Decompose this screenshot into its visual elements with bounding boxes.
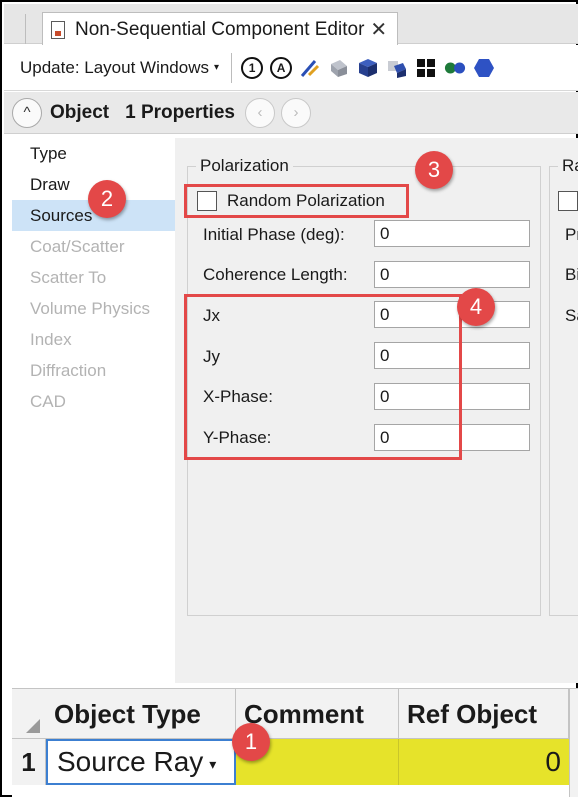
tab-title: Non-Sequential Component Editor bbox=[75, 18, 365, 40]
row-number[interactable]: 1 bbox=[12, 739, 46, 785]
chevron-down-icon: ▾ bbox=[214, 62, 220, 73]
table-row[interactable]: 1 Source Ray ▾ 0 bbox=[12, 739, 578, 785]
ray-group-legend: Ra bbox=[558, 156, 578, 176]
category-diffraction: Diffraction bbox=[30, 361, 107, 380]
category-index: Index bbox=[30, 330, 72, 349]
update-dropdown[interactable]: Update: Layout Windows ▾ bbox=[20, 58, 219, 78]
previous-tab-stub[interactable] bbox=[4, 14, 26, 44]
dots-icon[interactable] bbox=[444, 57, 466, 79]
category-cad: CAD bbox=[30, 392, 66, 411]
object-icon[interactable] bbox=[386, 57, 408, 79]
previous-object-button[interactable]: ‹ bbox=[244, 97, 275, 128]
cube-icon[interactable] bbox=[357, 57, 379, 79]
callout-badge-1: 1 bbox=[232, 723, 270, 761]
jones-vector-highlight bbox=[184, 294, 462, 460]
auto-update-icon[interactable]: A bbox=[270, 56, 293, 79]
grid-icon[interactable] bbox=[415, 57, 437, 79]
ray-group-checkbox[interactable] bbox=[558, 191, 578, 211]
close-icon[interactable]: ✕ bbox=[370, 17, 387, 42]
editor-window: Non-Sequential Component Editor ✕ Update… bbox=[0, 0, 578, 797]
table-scroll-edge bbox=[569, 689, 578, 797]
tab-strip: Non-Sequential Component Editor ✕ bbox=[4, 4, 578, 46]
callout-badge-2: 2 bbox=[88, 180, 126, 218]
category-scatter-to: Scatter To bbox=[30, 268, 107, 287]
initial-phase-label: Initial Phase (deg): bbox=[203, 225, 345, 244]
object-navigation-bar: ^ Object 1 Properties ‹ › bbox=[4, 92, 578, 134]
ray-group-label-bi: Bi bbox=[565, 265, 578, 284]
shaded-model-icon[interactable] bbox=[328, 57, 350, 79]
properties-label: 1 Properties bbox=[125, 101, 235, 123]
callout-badge-4: 4 bbox=[457, 288, 495, 326]
polarization-legend: Polarization bbox=[196, 156, 293, 176]
table-header: Object Type Comment Ref Object bbox=[12, 689, 578, 739]
hexagon-icon[interactable] bbox=[473, 57, 495, 79]
initial-phase-input[interactable]: 0 bbox=[374, 220, 530, 247]
property-category-list: Type Draw Sources Coat/Scatter Scatter T… bbox=[12, 138, 175, 683]
component-table: Object Type Comment Ref Object 1 Source … bbox=[12, 688, 578, 797]
ray-group-label-sa: Sa bbox=[565, 306, 578, 325]
category-type[interactable]: Type bbox=[12, 138, 175, 169]
header-ref-object[interactable]: Ref Object bbox=[399, 689, 569, 739]
chevron-down-icon: ▾ bbox=[209, 755, 217, 772]
header-object-type[interactable]: Object Type bbox=[46, 689, 236, 739]
category-coat-scatter: Coat/Scatter bbox=[30, 237, 125, 256]
coherence-length-label: Coherence Length: bbox=[203, 265, 348, 284]
coherence-length-input[interactable]: 0 bbox=[374, 261, 530, 288]
object-type-dropdown[interactable]: Source Ray ▾ bbox=[46, 739, 236, 785]
toolbar-separator bbox=[231, 52, 233, 83]
object-label: Object bbox=[50, 101, 110, 123]
random-polarization-highlight bbox=[184, 184, 409, 218]
document-icon bbox=[51, 20, 65, 39]
ray-group-label-pr: Pr bbox=[565, 225, 578, 244]
next-object-button[interactable]: › bbox=[280, 97, 311, 128]
category-volume-physics: Volume Physics bbox=[30, 299, 150, 318]
tab-component-editor[interactable]: Non-Sequential Component Editor ✕ bbox=[42, 12, 398, 46]
ref-object-cell[interactable]: 0 bbox=[399, 739, 569, 785]
refresh-icon[interactable]: 1 bbox=[241, 56, 264, 79]
object-type-value: Source Ray bbox=[57, 746, 204, 777]
callout-badge-3: 3 bbox=[415, 151, 453, 189]
collapse-button[interactable]: ^ bbox=[12, 97, 42, 128]
toolbar: Update: Layout Windows ▾ 1 A bbox=[4, 45, 578, 91]
select-all-corner-icon[interactable] bbox=[26, 719, 40, 733]
update-dropdown-label: Update: Layout Windows bbox=[20, 57, 209, 77]
ray-trace-icon[interactable] bbox=[299, 57, 321, 79]
